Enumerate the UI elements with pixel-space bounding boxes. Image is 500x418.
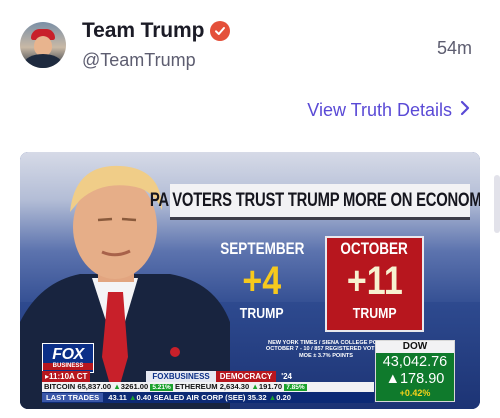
democracy-year: '24 <box>281 372 293 381</box>
up-arrow-icon: ▲ <box>129 393 137 402</box>
october-result: OCTOBER +11 TRUMP <box>325 236 424 332</box>
september-candidate: TRUMP <box>240 305 284 322</box>
author-avatar[interactable] <box>20 22 66 68</box>
up-arrow-icon: ▲ <box>251 382 259 391</box>
democracy-banner: DEMOCRACY <box>215 371 277 382</box>
view-truth-details-link[interactable]: View Truth Details <box>307 100 470 121</box>
ethereum-change: 191.70 <box>258 382 283 391</box>
bitcoin-change: 3261.00 <box>120 382 149 391</box>
september-result: SEPTEMBER +4 TRUMP <box>218 240 306 322</box>
avatar-face <box>34 36 52 56</box>
up-arrow-icon: ▲ <box>113 382 121 391</box>
october-lead: +11 <box>346 259 403 303</box>
ethereum-value: 2,634.30 <box>219 382 250 391</box>
verified-badge-icon <box>210 21 231 41</box>
avatar-suit <box>24 54 62 68</box>
post-timestamp: 54m <box>436 38 472 58</box>
ethereum-label: ETHEREUM <box>174 382 218 391</box>
fox-business-logo: FOX BUSINESS <box>42 343 94 373</box>
view-truth-details-label: View Truth Details <box>307 100 452 120</box>
dow-percent: +0.42% <box>399 388 431 398</box>
chevron-right-icon <box>460 100 470 121</box>
dow-change: ▲178.90 <box>385 371 445 387</box>
author-name-row: Team Trump <box>82 19 231 43</box>
post-media-image[interactable]: PA VOTERS TRUST TRUMP MORE ON ECONOMY SE… <box>20 152 480 409</box>
crypto-ticker: BITCOIN 65,837.00 ▲3261.00 5.21% ETHEREU… <box>42 382 374 392</box>
october-candidate: TRUMP <box>352 305 397 322</box>
dow-index-box: DOW 43,042.76 ▲178.90 +0.42% <box>375 340 455 402</box>
stock-name: SEALED AIR CORP (SEE) <box>153 393 246 402</box>
author-name[interactable]: Team Trump <box>82 19 204 43</box>
last-trades-label: LAST TRADES <box>42 393 104 402</box>
graphic-headline: PA VOTERS TRUST TRUMP MORE ON ECONOMY <box>149 189 480 211</box>
stock-ticker: LAST TRADES 43.11 ▲0.40 SEALED AIR CORP … <box>42 392 374 403</box>
dow-value: 43,042.76 <box>382 354 448 370</box>
broadcast-info-strip: ▸11:10A CT FOXBUSINESS DEMOCRACY '24 <box>42 371 372 382</box>
trade-change: 0.40 <box>136 393 152 402</box>
broadcast-clock: ▸11:10A CT <box>42 371 91 382</box>
dow-label: DOW <box>376 341 454 353</box>
september-lead: +4 <box>242 259 282 303</box>
october-label: OCTOBER <box>340 240 409 258</box>
september-label: SEPTEMBER <box>219 240 305 258</box>
scrollbar[interactable] <box>494 175 500 233</box>
bitcoin-value: 65,837.00 <box>77 382 112 391</box>
stock-value: 35.32 <box>247 393 267 402</box>
stock-change: 0.20 <box>276 393 291 402</box>
ethereum-pct: 7.85% <box>284 384 307 391</box>
graphic-headline-box: PA VOTERS TRUST TRUMP MORE ON ECONOMY <box>149 184 480 220</box>
fox-logo-sub: BUSINESS <box>43 362 93 370</box>
program-label: FOXBUSINESS <box>146 371 216 382</box>
bitcoin-pct: 5.21% <box>150 384 173 391</box>
author-handle[interactable]: @TeamTrump <box>82 50 196 71</box>
trade-value: 43.11 <box>108 393 127 402</box>
fox-logo-word: FOX <box>52 345 84 363</box>
bitcoin-label: BITCOIN <box>44 382 76 391</box>
